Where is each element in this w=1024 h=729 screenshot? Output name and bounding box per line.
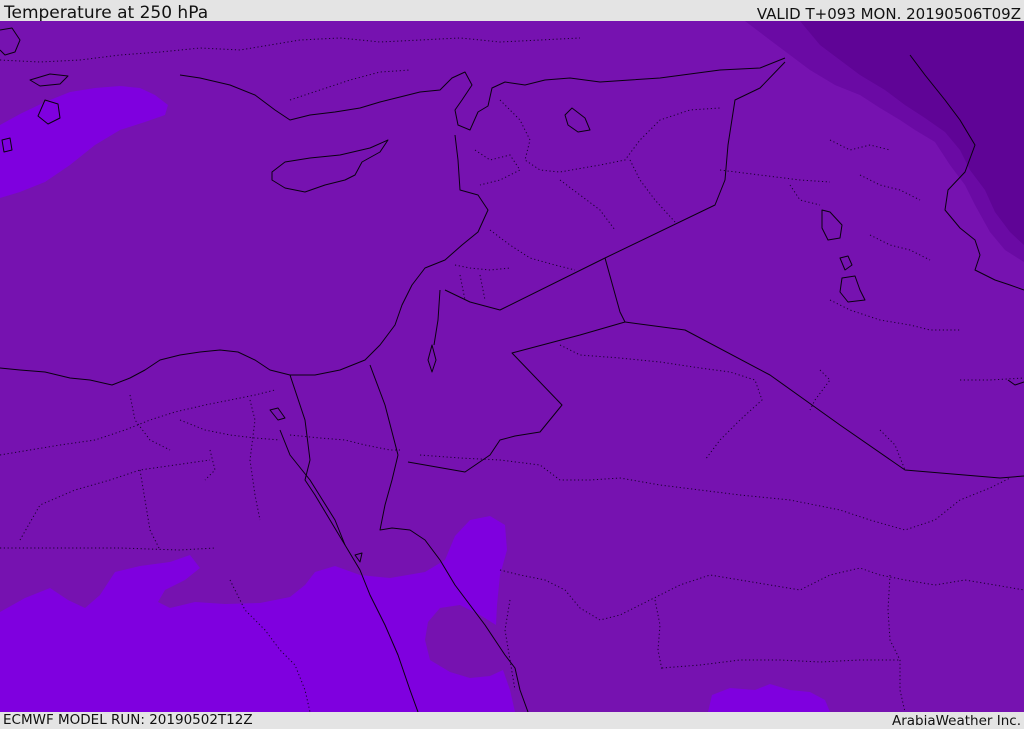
map-header: Temperature at 250 hPa VALID T+093 MON. … xyxy=(0,0,1024,23)
map-title: Temperature at 250 hPa xyxy=(4,3,209,23)
credit-label: ArabiaWeather Inc. xyxy=(891,713,1021,729)
map-footer: ECMWF MODEL RUN: 20190502T12Z ArabiaWeat… xyxy=(0,712,1024,729)
model-run-label: ECMWF MODEL RUN: 20190502T12Z xyxy=(3,712,253,728)
weather-map xyxy=(0,21,1024,712)
map-viewer: Temperature at 250 hPa VALID T+093 MON. … xyxy=(0,0,1024,729)
temperature-map-svg xyxy=(0,21,1024,712)
